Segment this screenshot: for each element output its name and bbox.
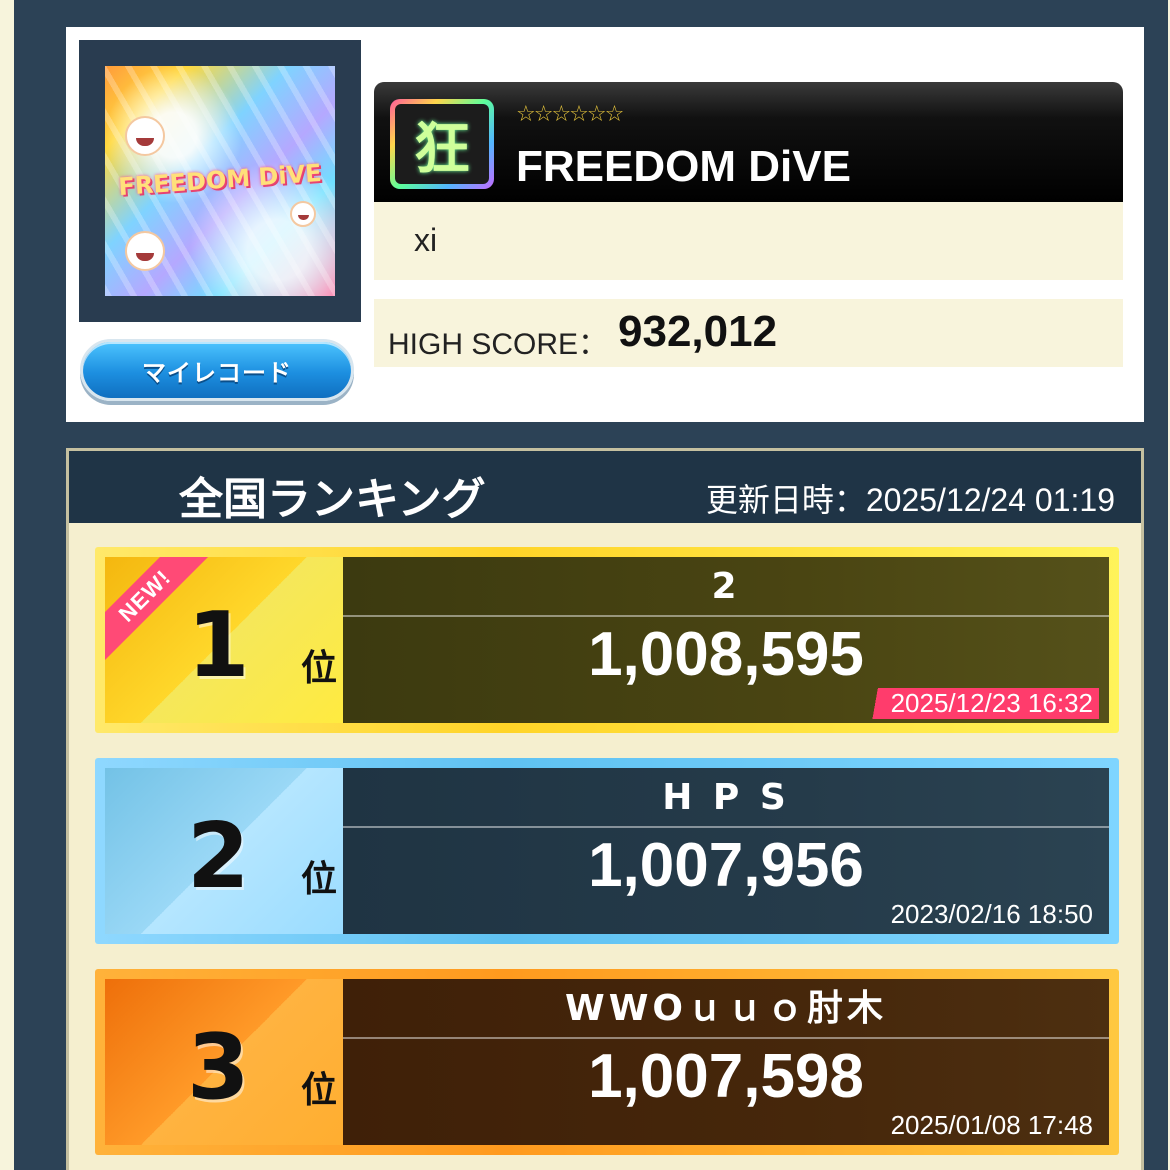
song-card: FREEDOM DiVE マイレコード 狂 ☆☆☆☆☆☆ FREEDOM DiV… [66,27,1144,422]
player-name: H P S [343,768,1109,828]
ranking-header: 全国ランキング 更新日時：2025/12/24 01:19 [69,451,1141,525]
jacket-character-icon [290,201,316,227]
artist-box: xi [374,202,1123,280]
rank-badge: 3 位 [105,979,343,1145]
rank-number: 1 [187,593,250,698]
high-score-box: HIGH SCORE： 932,012 [374,299,1123,367]
song-title-bar: 狂 ☆☆☆☆☆☆ FREEDOM DiVE [374,82,1123,202]
song-title: FREEDOM DiVE [516,142,851,191]
player-score: 1,007,598 [588,1042,864,1111]
rank-number: 2 [187,804,250,909]
ranking-row-2[interactable]: 2 位 H P S 1,007,956 2023/02/16 18:50 [95,758,1119,944]
ranking-row-3[interactable]: 3 位 WWOｕｕｏ肘木 1,007,598 2025/01/08 17:48 [95,969,1119,1155]
difficulty-label: 狂 [395,104,489,184]
score-date: 2023/02/16 18:50 [890,899,1093,929]
jacket-logo-text: FREEDOM DiVE [117,158,323,202]
rank-info: H P S 1,007,956 2023/02/16 18:50 [343,768,1109,934]
rank-info: 2 1,008,595 2025/12/23 16:32 [343,557,1109,723]
player-name: 2 [343,557,1109,617]
jacket-character-icon [125,116,165,156]
jacket-frame: FREEDOM DiVE [79,40,361,322]
song-artist: xi [414,222,438,258]
score-date: 2025/12/23 16:32 [840,688,1099,719]
rank-suffix: 位 [301,648,338,689]
difficulty-stars: ☆☆☆☆☆☆ [516,102,624,127]
national-ranking-panel: 全国ランキング 更新日時：2025/12/24 01:19 NEW! 1 位 2… [66,448,1144,1170]
rank-badge: 2 位 [105,768,343,934]
player-name: WWOｕｕｏ肘木 [343,979,1109,1039]
player-score: 1,007,956 [588,831,864,900]
ranking-title: 全国ランキング [179,474,486,525]
player-score: 1,008,595 [588,620,864,689]
rank-number: 3 [187,1015,250,1120]
rank-suffix: 位 [301,859,338,900]
my-record-button[interactable]: マイレコード [80,339,354,401]
jacket-character-icon [125,231,165,271]
high-score-label: HIGH SCORE： [388,328,609,361]
score-date: 2025/01/08 17:48 [890,1110,1093,1140]
rank-badge: NEW! 1 位 [105,557,343,723]
ranking-row-1[interactable]: NEW! 1 位 2 1,008,595 2025/12/23 16:32 [95,547,1119,733]
difficulty-icon: 狂 [390,99,494,189]
ranking-updated-time: 更新日時：2025/12/24 01:19 [705,482,1115,518]
rank-suffix: 位 [301,1070,338,1111]
high-score-value: 932,012 [618,307,778,356]
song-jacket-image[interactable]: FREEDOM DiVE [105,66,335,296]
rank-info: WWOｕｕｏ肘木 1,007,598 2025/01/08 17:48 [343,979,1109,1145]
